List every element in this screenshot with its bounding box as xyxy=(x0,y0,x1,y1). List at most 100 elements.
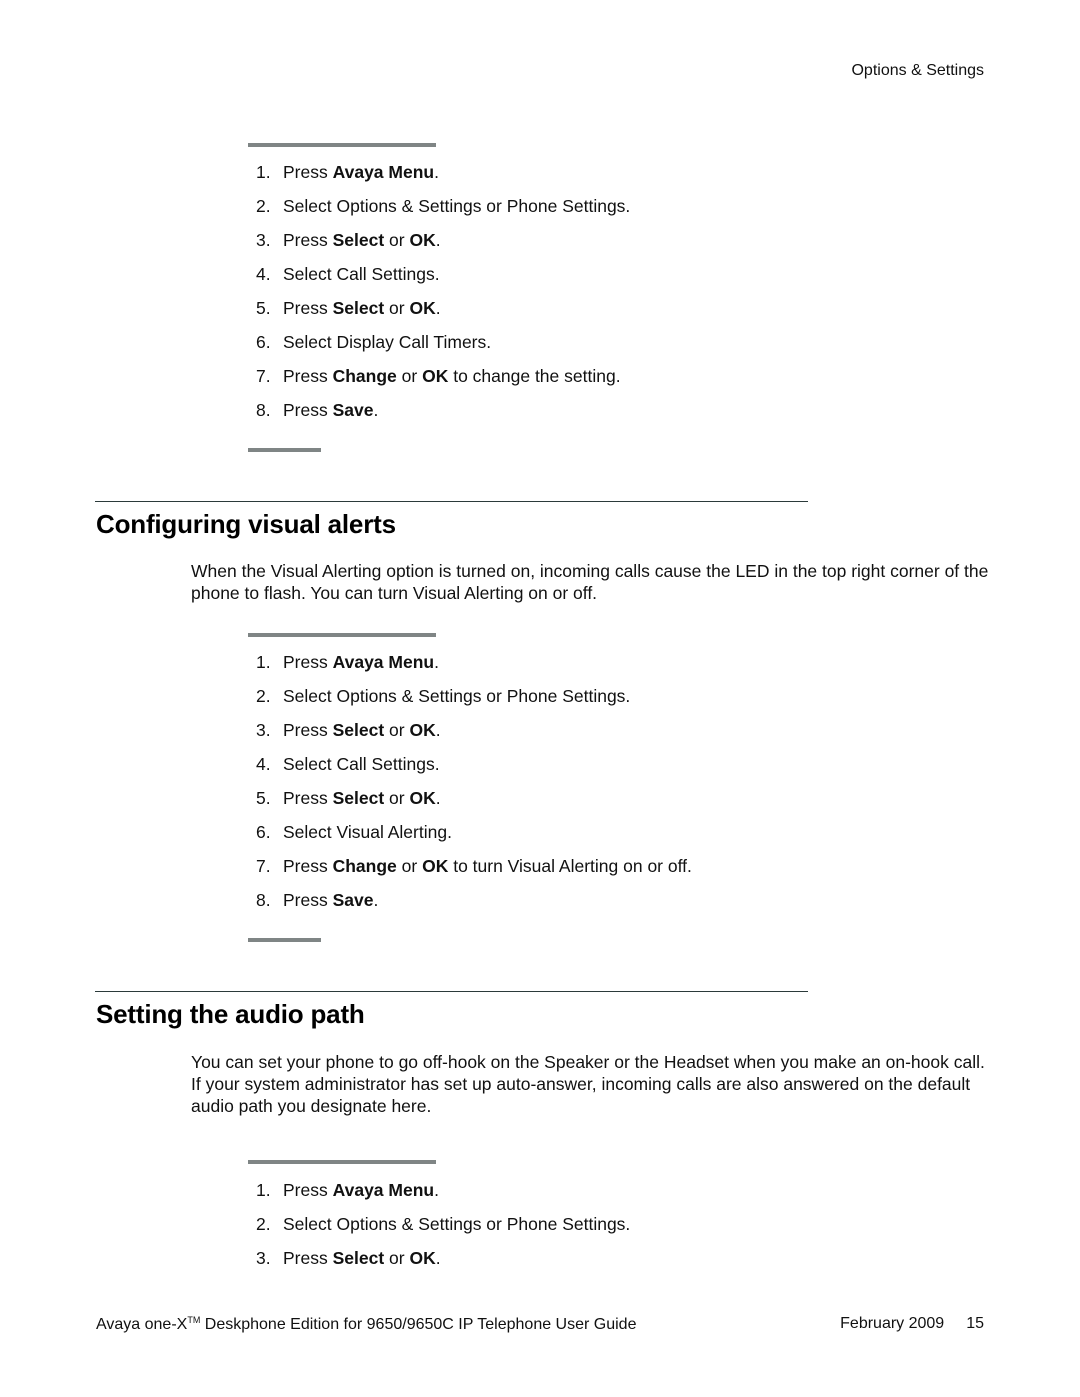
ui-label: Select xyxy=(332,1248,385,1268)
ui-label: Save xyxy=(332,890,374,910)
list-item: 7. Press Change or OK to change the setti… xyxy=(256,359,630,393)
list-item: 8. Press Save. xyxy=(256,393,630,427)
footer-date-page: February 2009 15 xyxy=(840,1315,984,1333)
section-title-visual-alerts: Configuring visual alerts xyxy=(96,509,396,539)
procedure-end-bar xyxy=(248,448,321,452)
list-item: 3. Press Select or OK. xyxy=(256,223,630,257)
list-item: 8. Press Save. xyxy=(256,883,692,917)
footer-guide-title: Avaya one-XTM Deskphone Edition for 9650… xyxy=(96,1315,637,1333)
ui-label: OK xyxy=(409,720,436,740)
step-text: or xyxy=(396,856,423,876)
step-number: 1. xyxy=(256,162,271,182)
step-text: . xyxy=(434,652,439,672)
trademark-symbol: TM xyxy=(187,1315,201,1325)
step-text: . xyxy=(435,298,441,318)
step-text: or xyxy=(384,298,410,318)
step-number: 5. xyxy=(256,788,271,808)
section-intro-audio-path: You can set your phone to go off-hook on… xyxy=(191,1052,985,1116)
step-text: or xyxy=(384,720,410,740)
step-number: 3. xyxy=(256,720,271,740)
procedure-end-bar xyxy=(248,938,321,942)
step-number: 8. xyxy=(256,400,271,420)
list-item: 2. Select Options & Settings or Phone Set… xyxy=(256,679,692,713)
ui-label: Select xyxy=(332,298,385,318)
list-item: 3. Press Select or OK. xyxy=(256,1241,630,1275)
procedure-start-bar xyxy=(248,143,436,147)
step-text: Press xyxy=(283,162,333,182)
step-text: or xyxy=(384,788,410,808)
step-text: . xyxy=(435,230,441,250)
procedure-steps-audio-path: 1. Press Avaya Menu. 2. Select Options & Se… xyxy=(256,1173,630,1275)
list-item: 5. Press Select or OK. xyxy=(256,781,692,815)
list-item: 7. Press Change or OK to turn Visual Aler… xyxy=(256,849,692,883)
step-number: 6. xyxy=(256,332,271,352)
step-text: or xyxy=(384,1248,410,1268)
list-item: 3. Press Select or OK. xyxy=(256,713,692,747)
section-divider xyxy=(95,991,808,992)
step-text: Press xyxy=(283,720,333,740)
step-text: or xyxy=(384,230,410,250)
running-header: Options & Settings xyxy=(851,62,984,79)
step-number: 5. xyxy=(256,298,271,318)
step-text: to turn Visual Alerting on or off. xyxy=(448,856,692,876)
step-number: 8. xyxy=(256,890,271,910)
step-text: Press xyxy=(283,1248,333,1268)
ui-label: OK xyxy=(409,1248,436,1268)
step-number: 2. xyxy=(256,686,271,706)
ui-label: OK xyxy=(409,298,436,318)
step-text: Select Options & Settings or Phone Setti… xyxy=(283,686,631,706)
ui-label: Avaya Menu xyxy=(332,162,435,182)
step-number: 7. xyxy=(256,366,271,386)
step-number: 3. xyxy=(256,1248,271,1268)
step-number: 6. xyxy=(256,822,271,842)
step-text: Press xyxy=(283,400,333,420)
step-text: Select Options & Settings or Phone Setti… xyxy=(283,1214,631,1234)
page-number: 15 xyxy=(966,1315,984,1332)
list-item: 2. Select Options & Settings or Phone Set… xyxy=(256,189,630,223)
ui-label: Change xyxy=(332,856,397,876)
ui-label: OK xyxy=(409,230,436,250)
list-item: 6. Select Visual Alerting. xyxy=(256,815,692,849)
ui-label: Change xyxy=(332,366,397,386)
step-text: . xyxy=(435,1248,441,1268)
step-number: 2. xyxy=(256,196,271,216)
step-text: . xyxy=(373,400,379,420)
ui-label: OK xyxy=(422,366,449,386)
step-text: Press xyxy=(283,366,333,386)
step-text: to change the setting. xyxy=(448,366,621,386)
footer-date: February 2009 xyxy=(840,1315,945,1332)
ui-label: Select xyxy=(332,788,385,808)
ui-label: Select xyxy=(332,230,385,250)
ui-label: Avaya Menu xyxy=(332,652,435,672)
procedure-start-bar xyxy=(248,1160,436,1164)
step-number: 1. xyxy=(256,652,271,672)
step-text: or xyxy=(396,366,423,386)
list-item: 1. Press Avaya Menu. xyxy=(256,155,630,189)
list-item: 5. Press Select or OK. xyxy=(256,291,630,325)
step-text: Select Display Call Timers. xyxy=(283,332,492,352)
step-text: Select Visual Alerting. xyxy=(283,822,452,842)
step-number: 2. xyxy=(256,1214,271,1234)
list-item: 2. Select Options & Settings or Phone Set… xyxy=(256,1207,630,1241)
ui-label: Save xyxy=(332,400,374,420)
list-item: 1. Press Avaya Menu. xyxy=(256,1173,630,1207)
step-text: Press xyxy=(283,298,333,318)
list-item: 6. Select Display Call Timers. xyxy=(256,325,630,359)
ui-label: Select xyxy=(332,720,385,740)
list-item: 4. Select Call Settings. xyxy=(256,747,692,781)
step-text: . xyxy=(373,890,379,910)
step-number: 7. xyxy=(256,856,271,876)
step-text: Press xyxy=(283,856,333,876)
section-divider xyxy=(95,501,808,502)
step-text: Press xyxy=(283,230,333,250)
procedure-start-bar xyxy=(248,633,436,637)
step-text: . xyxy=(435,720,441,740)
ui-label: OK xyxy=(409,788,436,808)
step-text: Select Call Settings. xyxy=(283,754,440,774)
ui-label: OK xyxy=(422,856,449,876)
section-intro-visual-alerts: When the Visual Alerting option is turne… xyxy=(191,561,989,603)
step-number: 4. xyxy=(256,754,271,774)
step-text: . xyxy=(435,788,441,808)
step-number: 1. xyxy=(256,1180,271,1200)
step-text: . xyxy=(434,162,439,182)
